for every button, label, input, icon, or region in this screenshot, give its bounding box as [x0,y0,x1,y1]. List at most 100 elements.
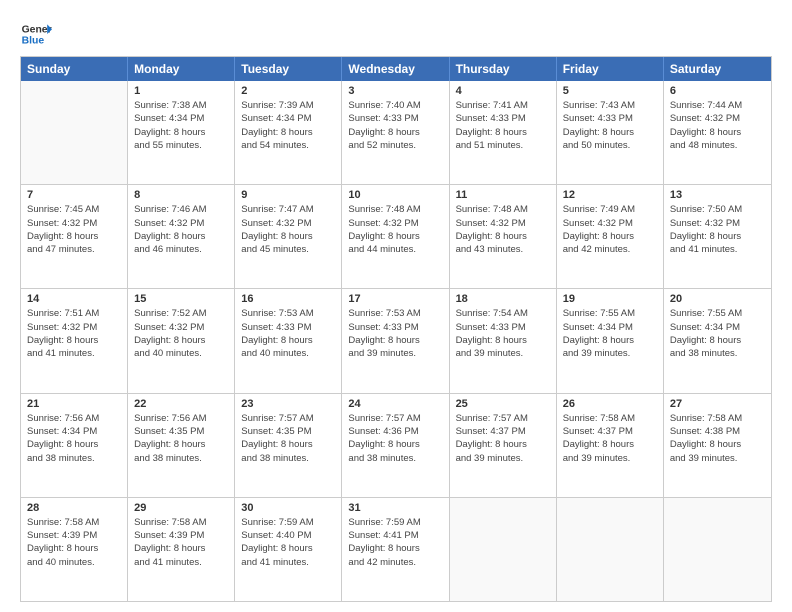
day-number: 23 [241,398,335,410]
cell-info: Sunrise: 7:38 AM Sunset: 4:34 PM Dayligh… [134,99,228,152]
day-number: 7 [27,189,121,201]
calendar-cell: 30 Sunrise: 7:59 AM Sunset: 4:40 PM Dayli… [235,498,342,601]
cell-info: Sunrise: 7:56 AM Sunset: 4:35 PM Dayligh… [134,412,228,465]
calendar-cell: 16Sunrise: 7:53 AM Sunset: 4:33 PM Dayli… [235,289,342,392]
page-header: General Blue [20,18,772,50]
header-day: Saturday [664,57,771,81]
header-day: Monday [128,57,235,81]
cell-info: Sunrise: 7:57 AM Sunset: 4:36 PM Dayligh… [348,412,442,465]
calendar-cell: 1 Sunrise: 7:38 AM Sunset: 4:34 PM Daylig… [128,81,235,184]
calendar-cell: 11 Sunrise: 7:48 AM Sunset: 4:32 PM Dayli… [450,185,557,288]
calendar-cell: 5Sunrise: 7:43 AM Sunset: 4:33 PM Daylig… [557,81,664,184]
day-number: 12 [563,189,657,201]
svg-text:Blue: Blue [22,36,45,47]
cell-info: Sunrise: 7:56 AM Sunset: 4:34 PM Dayligh… [27,412,121,465]
cell-info: Sunrise: 7:52 AM Sunset: 4:32 PM Dayligh… [134,307,228,360]
calendar-cell: 14 Sunrise: 7:51 AM Sunset: 4:32 PM Dayli… [21,289,128,392]
day-number: 30 [241,502,335,514]
calendar-cell: 25 Sunrise: 7:57 AM Sunset: 4:37 PM Dayli… [450,394,557,497]
calendar-cell: 3 Sunrise: 7:40 AM Sunset: 4:33 PM Daylig… [342,81,449,184]
cell-info: Sunrise: 7:44 AM Sunset: 4:32 PM Dayligh… [670,99,765,152]
logo: General Blue [20,18,52,50]
calendar-cell: 22 Sunrise: 7:56 AM Sunset: 4:35 PM Dayli… [128,394,235,497]
calendar-cell: 13Sunrise: 7:50 AM Sunset: 4:32 PM Dayli… [664,185,771,288]
header-day: Friday [557,57,664,81]
day-number: 15 [134,293,228,305]
header-day: Wednesday [342,57,449,81]
cell-info: Sunrise: 7:51 AM Sunset: 4:32 PM Dayligh… [27,307,121,360]
day-number: 18 [456,293,550,305]
day-number: 29 [134,502,228,514]
day-number: 6 [670,85,765,97]
cell-info: Sunrise: 7:41 AM Sunset: 4:33 PM Dayligh… [456,99,550,152]
calendar-cell: 29 Sunrise: 7:58 AM Sunset: 4:39 PM Dayli… [128,498,235,601]
day-number: 22 [134,398,228,410]
calendar-cell: 23Sunrise: 7:57 AM Sunset: 4:35 PM Dayli… [235,394,342,497]
calendar-cell: 4 Sunrise: 7:41 AM Sunset: 4:33 PM Daylig… [450,81,557,184]
day-number: 2 [241,85,335,97]
calendar-cell: 27 Sunrise: 7:58 AM Sunset: 4:38 PM Dayli… [664,394,771,497]
day-number: 27 [670,398,765,410]
day-number: 14 [27,293,121,305]
cell-info: Sunrise: 7:50 AM Sunset: 4:32 PM Dayligh… [670,203,765,256]
calendar-cell: 15 Sunrise: 7:52 AM Sunset: 4:32 PM Dayli… [128,289,235,392]
calendar-cell [21,81,128,184]
day-number: 8 [134,189,228,201]
day-number: 9 [241,189,335,201]
cell-info: Sunrise: 7:53 AM Sunset: 4:33 PM Dayligh… [348,307,442,360]
calendar-cell: 18 Sunrise: 7:54 AM Sunset: 4:33 PM Dayli… [450,289,557,392]
cell-info: Sunrise: 7:39 AM Sunset: 4:34 PM Dayligh… [241,99,335,152]
day-number: 10 [348,189,442,201]
cell-info: Sunrise: 7:53 AM Sunset: 4:33 PM Dayligh… [241,307,335,360]
day-number: 19 [563,293,657,305]
day-number: 4 [456,85,550,97]
cell-info: Sunrise: 7:59 AM Sunset: 4:40 PM Dayligh… [241,516,335,569]
day-number: 17 [348,293,442,305]
cell-info: Sunrise: 7:46 AM Sunset: 4:32 PM Dayligh… [134,203,228,256]
cell-info: Sunrise: 7:58 AM Sunset: 4:38 PM Dayligh… [670,412,765,465]
cell-info: Sunrise: 7:54 AM Sunset: 4:33 PM Dayligh… [456,307,550,360]
cell-info: Sunrise: 7:48 AM Sunset: 4:32 PM Dayligh… [456,203,550,256]
cell-info: Sunrise: 7:48 AM Sunset: 4:32 PM Dayligh… [348,203,442,256]
calendar-cell: 19Sunrise: 7:55 AM Sunset: 4:34 PM Dayli… [557,289,664,392]
header-day: Thursday [450,57,557,81]
day-number: 11 [456,189,550,201]
header-day: Tuesday [235,57,342,81]
cell-info: Sunrise: 7:58 AM Sunset: 4:37 PM Dayligh… [563,412,657,465]
cell-info: Sunrise: 7:57 AM Sunset: 4:37 PM Dayligh… [456,412,550,465]
calendar-row: 21 Sunrise: 7:56 AM Sunset: 4:34 PM Dayli… [21,393,771,497]
calendar-cell: 10 Sunrise: 7:48 AM Sunset: 4:32 PM Dayli… [342,185,449,288]
day-number: 25 [456,398,550,410]
cell-info: Sunrise: 7:45 AM Sunset: 4:32 PM Dayligh… [27,203,121,256]
calendar-header: SundayMondayTuesdayWednesdayThursdayFrid… [21,57,771,81]
day-number: 24 [348,398,442,410]
calendar-row: 1 Sunrise: 7:38 AM Sunset: 4:34 PM Daylig… [21,81,771,184]
day-number: 31 [348,502,442,514]
calendar-cell: 28 Sunrise: 7:58 AM Sunset: 4:39 PM Dayli… [21,498,128,601]
calendar: SundayMondayTuesdayWednesdayThursdayFrid… [20,56,772,602]
cell-info: Sunrise: 7:58 AM Sunset: 4:39 PM Dayligh… [134,516,228,569]
calendar-cell: 20 Sunrise: 7:55 AM Sunset: 4:34 PM Dayli… [664,289,771,392]
cell-info: Sunrise: 7:49 AM Sunset: 4:32 PM Dayligh… [563,203,657,256]
logo-icon: General Blue [20,18,52,50]
calendar-cell: 26Sunrise: 7:58 AM Sunset: 4:37 PM Dayli… [557,394,664,497]
calendar-cell: 9 Sunrise: 7:47 AM Sunset: 4:32 PM Daylig… [235,185,342,288]
day-number: 20 [670,293,765,305]
cell-info: Sunrise: 7:59 AM Sunset: 4:41 PM Dayligh… [348,516,442,569]
cell-info: Sunrise: 7:55 AM Sunset: 4:34 PM Dayligh… [670,307,765,360]
header-day: Sunday [21,57,128,81]
cell-info: Sunrise: 7:40 AM Sunset: 4:33 PM Dayligh… [348,99,442,152]
calendar-row: 28 Sunrise: 7:58 AM Sunset: 4:39 PM Dayli… [21,497,771,601]
cell-info: Sunrise: 7:58 AM Sunset: 4:39 PM Dayligh… [27,516,121,569]
day-number: 3 [348,85,442,97]
calendar-cell: 17 Sunrise: 7:53 AM Sunset: 4:33 PM Dayli… [342,289,449,392]
calendar-cell: 2 Sunrise: 7:39 AM Sunset: 4:34 PM Daylig… [235,81,342,184]
day-number: 21 [27,398,121,410]
day-number: 28 [27,502,121,514]
calendar-cell [664,498,771,601]
cell-info: Sunrise: 7:47 AM Sunset: 4:32 PM Dayligh… [241,203,335,256]
calendar-cell [557,498,664,601]
calendar-cell: 24 Sunrise: 7:57 AM Sunset: 4:36 PM Dayli… [342,394,449,497]
calendar-cell [450,498,557,601]
day-number: 1 [134,85,228,97]
